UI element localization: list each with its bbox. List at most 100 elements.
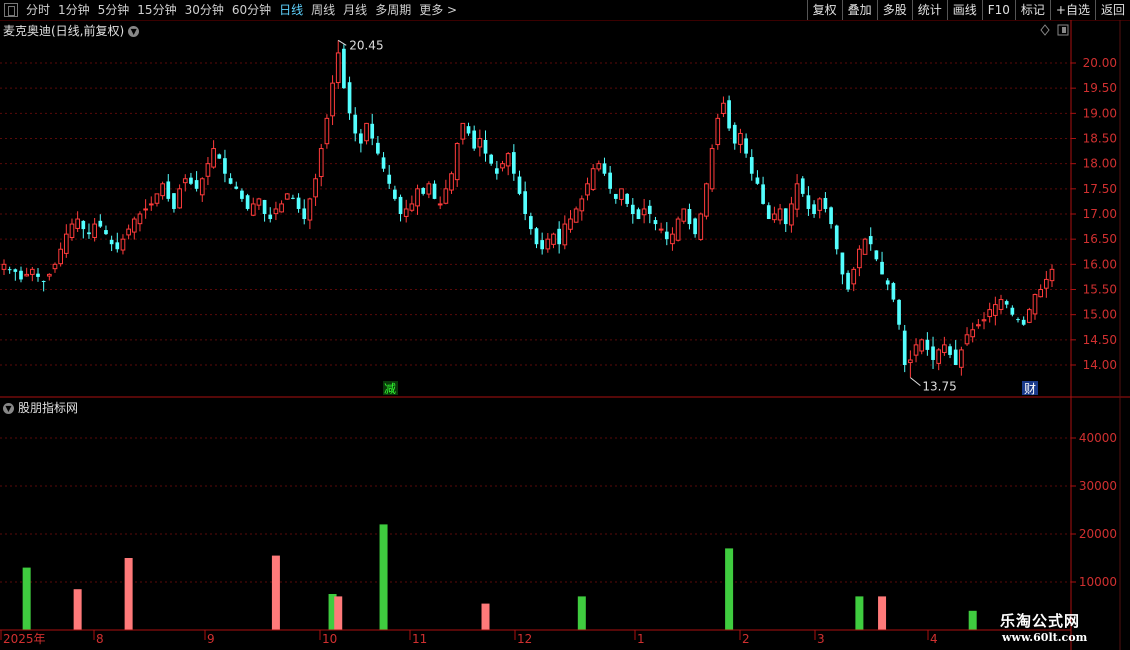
tab-period-6[interactable]: 日线: [275, 0, 307, 20]
candle-body: [511, 152, 516, 174]
stock-chart[interactable]: 20.45 13.75 减 财 20.00 19.50 19.00 18.50 18.00 17…: [0, 0, 1130, 650]
candle-body: [658, 228, 664, 231]
candle-body: [534, 228, 539, 245]
candle-body: [562, 223, 568, 246]
price-tick-label: 15.00: [1083, 308, 1117, 322]
toolbar-button-1[interactable]: 叠加: [841, 0, 877, 20]
candle-body: [806, 195, 811, 209]
candle-body: [505, 153, 511, 167]
candle-body: [897, 299, 901, 325]
tab-period-2[interactable]: 5分钟: [94, 0, 134, 20]
candle-body: [1004, 301, 1009, 305]
candle-body: [109, 239, 114, 245]
candle-body: [307, 198, 313, 221]
candle-body: [182, 178, 188, 184]
price-tick-label: 19.00: [1083, 106, 1117, 120]
tab-period-5[interactable]: 60分钟: [228, 0, 275, 20]
volume-tick-label: 20000: [1079, 527, 1117, 541]
time-tick-label: 9: [207, 632, 215, 646]
candle-body: [234, 186, 239, 189]
candle-body: [115, 242, 120, 250]
watermark-text: 乐淘公式网: [1000, 612, 1081, 630]
candle-body: [98, 220, 103, 227]
diamond-icon[interactable]: [1040, 24, 1050, 36]
candle-body: [653, 220, 658, 225]
toolbar-button-4[interactable]: 画线: [946, 0, 982, 20]
toolbar-button-6[interactable]: 标记: [1014, 0, 1050, 20]
candle-body: [681, 208, 687, 222]
candle-body: [472, 130, 477, 149]
chart-title: 麦克奥迪(日线,前复权) ▼: [3, 22, 140, 39]
candle-body: [426, 183, 432, 195]
candle-body: [585, 183, 590, 196]
candle-body: [432, 183, 437, 199]
candle-body: [761, 184, 765, 204]
toolbar-button-5[interactable]: F10: [981, 0, 1015, 20]
tab-period-7[interactable]: 周线: [307, 0, 339, 20]
chevron-down-icon[interactable]: ▼: [3, 403, 14, 414]
toolbar-button-8[interactable]: 返回: [1094, 0, 1130, 20]
candle-body: [24, 273, 30, 277]
tab-period-0[interactable]: 分时: [22, 0, 54, 20]
layout-toggle-icon[interactable]: [4, 3, 18, 17]
indicator-title: ▼ 股朋指标网: [3, 399, 78, 416]
candle-body: [709, 148, 715, 190]
time-tick-label: 1: [637, 632, 645, 646]
candle-body: [704, 183, 709, 217]
candle-body: [347, 82, 352, 114]
candle-body: [41, 280, 46, 282]
indicator-name: 股朋指标网: [18, 401, 79, 415]
marker-jian-bg: [383, 381, 398, 395]
candle-body: [7, 269, 12, 271]
candle-body: [92, 223, 97, 238]
tab-period-4[interactable]: 30分钟: [181, 0, 228, 20]
price-tick-label: 14.00: [1083, 358, 1117, 372]
volume-bar: [577, 596, 586, 630]
tab-period-9[interactable]: 多周期: [371, 0, 415, 20]
time-tick-label: 2025年: [3, 632, 46, 646]
candle-body: [976, 324, 981, 327]
volume-bar: [968, 610, 977, 630]
candle-body: [36, 273, 40, 277]
candle-body: [75, 218, 80, 229]
candle-body: [1016, 319, 1020, 321]
toolbar-button-0[interactable]: 复权: [806, 0, 842, 20]
price-tick-label: 16.50: [1083, 232, 1117, 246]
price-tick-label: 17.50: [1083, 182, 1117, 196]
panel-toggle-inner: [1062, 27, 1066, 33]
candle-body: [936, 349, 942, 364]
candle-body: [189, 177, 193, 184]
candle-body: [568, 218, 573, 230]
candle-body: [641, 208, 647, 216]
tab-period-1[interactable]: 1分钟: [54, 0, 94, 20]
candle-body: [630, 204, 635, 214]
toolbar-button-2[interactable]: 多股: [876, 0, 912, 20]
candle-body: [812, 204, 816, 214]
toolbar-button-3[interactable]: 统计: [911, 0, 947, 20]
candle-body: [834, 225, 839, 250]
price-tick-label: 14.50: [1083, 333, 1117, 347]
candle-body: [143, 208, 148, 211]
candle-body: [160, 183, 165, 197]
candle-body: [1026, 309, 1032, 323]
candle-body: [953, 349, 958, 365]
candle-body: [199, 178, 205, 196]
tab-period-10[interactable]: 更多 >: [415, 0, 461, 20]
chevron-down-icon[interactable]: ▼: [128, 26, 140, 37]
candle-body: [454, 143, 460, 181]
candle-body: [256, 198, 262, 206]
candle-body: [981, 319, 987, 322]
candle-body: [545, 238, 551, 250]
candle-body: [483, 139, 488, 154]
candle-body: [335, 52, 341, 84]
candle-body: [1049, 268, 1055, 282]
toolbar-button-7[interactable]: +自选: [1049, 0, 1095, 20]
tab-period-8[interactable]: 月线: [339, 0, 371, 20]
candle-body: [131, 218, 137, 233]
candle-body: [670, 233, 675, 245]
tab-period-3[interactable]: 15分钟: [133, 0, 180, 20]
candle-body: [727, 100, 731, 129]
time-tick-label: 4: [930, 632, 938, 646]
candle-body: [942, 344, 947, 353]
candle-body: [393, 189, 397, 199]
